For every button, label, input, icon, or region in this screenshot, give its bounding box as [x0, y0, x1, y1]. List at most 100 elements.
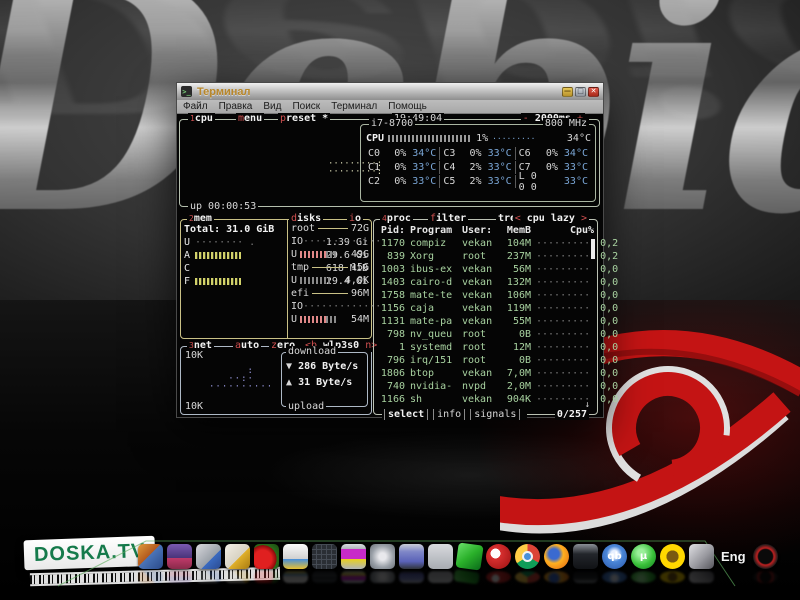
process-graph-dots: ········· [536, 394, 590, 405]
process-row[interactable]: 1403cairo-dvekan132M·········0,0 [374, 276, 597, 289]
browser-folder-icon[interactable] [283, 544, 308, 569]
process-cpu: 0,0 [595, 264, 618, 275]
qbittorrent-icon[interactable]: qb [602, 544, 627, 569]
system-monitor-icon[interactable] [399, 544, 424, 569]
process-program: nvidia- [410, 381, 457, 392]
process-cpu: 0,0 [595, 316, 618, 327]
proc-header-row: Pid: Program User: MemB Cpu% [374, 224, 597, 237]
cpu-detail-box: i7-8700 800 MHz CPU 1% ········· 34°C C0… [360, 124, 596, 202]
process-program: mate-te [410, 290, 457, 301]
core-name: C3 [443, 148, 469, 159]
menu-item-2[interactable]: Вид [263, 101, 281, 112]
minimize-button[interactable]: — [562, 87, 573, 97]
control-panel-icon[interactable] [428, 544, 453, 569]
core-load: 0% [394, 148, 406, 159]
display-settings-icon[interactable] [341, 544, 366, 569]
process-graph-dots: ········· [536, 329, 590, 340]
process-row[interactable]: 796irq/151root0B·········0,0 [374, 354, 597, 367]
media-device-icon[interactable] [573, 544, 598, 569]
disk-used-row: U54M [288, 313, 372, 326]
disk-rule [312, 293, 348, 294]
mem-tab[interactable]: 2mem [187, 213, 214, 225]
terminal-app-icon: >_ [181, 86, 192, 97]
sunflower-app-icon[interactable] [660, 544, 685, 569]
cpu-box: 1cpu menu preset * 19:49:04 - 2000ms + ·… [179, 119, 600, 207]
firefox-browser-icon[interactable] [544, 544, 569, 569]
disk-used-row: U4,0K [288, 274, 372, 287]
process-cpu: 0,0 [595, 368, 618, 379]
process-pid: 1166 [377, 394, 405, 405]
download-label: download [286, 346, 338, 358]
menu-item-4[interactable]: Терминал [331, 101, 377, 112]
maximize-button[interactable]: □ [575, 87, 586, 97]
menu-item-1[interactable]: Правка [219, 101, 253, 112]
core-name: C1 [368, 162, 394, 173]
cpu-total-row: CPU 1% ········· 34°C [366, 132, 591, 144]
info-button[interactable]: info [433, 409, 465, 420]
preset-button[interactable]: preset * [278, 113, 330, 125]
disk-io-row: IO ·············· [288, 300, 372, 313]
process-row[interactable]: 1806btopvekan7,0M·········0,0 [374, 367, 597, 380]
process-program: cairo-d [410, 277, 457, 288]
menu-item-3[interactable]: Поиск [292, 101, 320, 112]
process-user: vekan [462, 264, 495, 275]
net-rates-box: download ▼ 286 Byte/s ▲ 31 Byte/s upload [281, 352, 368, 407]
process-cpu: 0,0 [595, 277, 618, 288]
emerald-gem-icon[interactable] [455, 542, 483, 570]
process-row[interactable]: 1003ibus-exvekan56M·········0,0 [374, 263, 597, 276]
cpu-tab[interactable]: 1cpu [188, 113, 215, 125]
disk-name-row: tmp15G [288, 261, 372, 274]
sort-selector[interactable]: < cpu lazy > [513, 213, 589, 225]
core-name: C0 [368, 148, 394, 159]
filter-button[interactable]: filter [428, 213, 468, 225]
calculator-icon[interactable] [312, 544, 337, 569]
net-auto-toggle[interactable]: auto [233, 340, 261, 352]
process-pid: 798 [377, 329, 405, 340]
disk-used-value: 4,0K [345, 275, 369, 286]
proc-scrollbar-thumb[interactable] [591, 239, 595, 259]
process-mem: 0B [500, 355, 531, 366]
disk-io-label: IO [291, 236, 303, 247]
volume-speaker-icon[interactable] [689, 544, 714, 569]
winrar-archiver-icon[interactable] [167, 544, 192, 569]
chrome-browser-icon[interactable] [515, 544, 540, 569]
select-button[interactable]: select [384, 409, 428, 420]
safe-vault-icon[interactable] [370, 544, 395, 569]
process-row[interactable]: 1156cajavekan119M·········0,0 [374, 302, 597, 315]
qbittorrent-glyph: qb [602, 544, 627, 569]
process-cpu: 0,0 [595, 290, 618, 301]
close-button[interactable]: ✕ [588, 87, 599, 97]
process-row[interactable]: 740nvidia-nvpd2,0M·········0,0 [374, 380, 597, 393]
menu-item-5[interactable]: Помощь [388, 101, 427, 112]
process-mem: 7,0M [500, 368, 531, 379]
menu-item-0[interactable]: Файл [183, 101, 208, 112]
process-row[interactable]: 1systemdroot12M·········0,0 [374, 341, 597, 354]
core-temp: 33°C [488, 176, 512, 187]
process-row[interactable]: 1170compizvekan104M·········0,2 [374, 237, 597, 250]
utorrent-glyph: µ [631, 544, 656, 569]
session-ring-icon[interactable] [753, 544, 778, 569]
package-shield-icon[interactable] [196, 544, 221, 569]
disk-used-meter-tail [326, 251, 338, 258]
signals-button[interactable]: signals [470, 409, 520, 420]
red-bird-browser-icon[interactable] [486, 544, 511, 569]
cherries-icon[interactable] [254, 544, 279, 569]
process-row[interactable]: 839Xorgroot237M·········0,2 [374, 250, 597, 263]
window-titlebar[interactable]: >_ Терминал — □ ✕ [177, 83, 603, 100]
core-load: 0% [470, 148, 482, 159]
core-load: 0% [546, 148, 558, 159]
watermark-sticker: DOSKA.TV [24, 536, 156, 571]
process-graph-dots: ········· [536, 277, 590, 288]
process-row[interactable]: 1758mate-tevekan106M·········0,0 [374, 289, 597, 302]
process-row[interactable]: 798nv_queuroot0B·········0,0 [374, 328, 597, 341]
utorrent-icon[interactable]: µ [631, 544, 656, 569]
cpu-model: i7-8700 [369, 118, 415, 130]
disk-name: root [291, 223, 315, 234]
library-books-icon[interactable] [138, 544, 163, 569]
proc-tab[interactable]: 4proc [380, 213, 413, 225]
process-row[interactable]: 1131mate-pavekan55M·········0,0 [374, 315, 597, 328]
menu-button[interactable]: menu [236, 113, 264, 125]
cleaner-brush-icon[interactable] [225, 544, 250, 569]
process-row[interactable]: 1166shvekan904K·········0,0 [374, 393, 597, 406]
language-indicator[interactable]: Eng [721, 549, 746, 564]
